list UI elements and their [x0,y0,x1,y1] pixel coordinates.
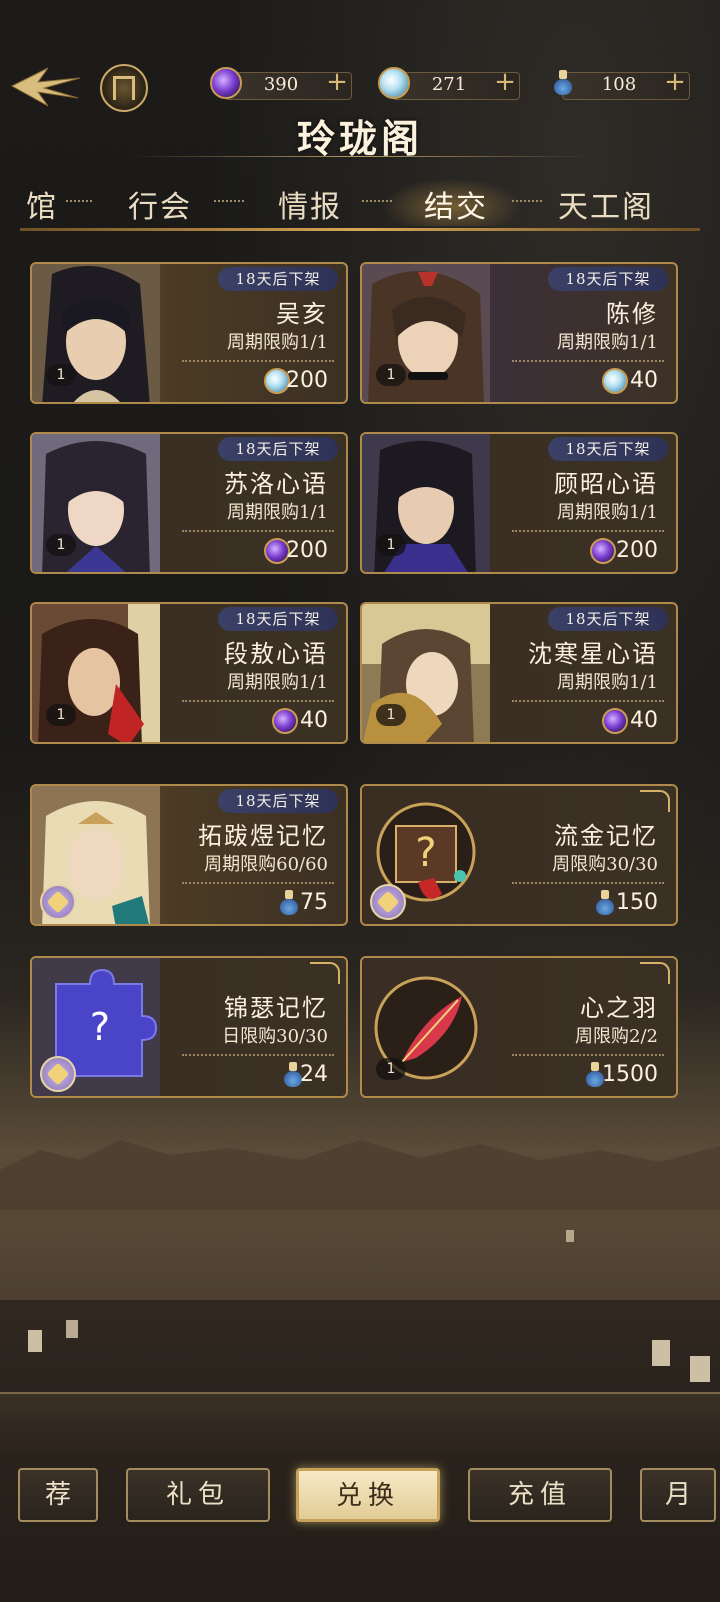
purple-gem-icon [210,67,242,99]
shop-card-chenxiu[interactable]: 1 18天后下架 陈修 周期限购1/1 40 [360,262,678,404]
expire-badge: 18天后下架 [218,437,338,461]
item-name: 锦瑟记忆 [224,994,328,1022]
add-blue-gem-button[interactable]: + [492,69,518,96]
bottle-icon [592,890,618,916]
item-name: 流金记忆 [554,822,658,850]
expire-badge: 18天后下架 [548,267,668,291]
purchase-limit: 周期限购1/1 [227,672,328,693]
item-price: 24 [300,1062,328,1087]
expire-badge: 18天后下架 [218,789,338,813]
currency-purple-gem: 390 + [210,67,352,100]
purchase-limit: 周期限购60/60 [204,854,328,875]
svg-text:?: ? [90,1005,110,1049]
nav-exchange[interactable]: 兑换 [296,1468,440,1522]
purchase-limit: 周期限购1/1 [557,332,658,353]
blue-gem-icon [602,368,628,394]
shop-card-jinse[interactable]: ? 锦瑟记忆 日限购30/30 24 [30,956,348,1098]
item-name: 段敖心语 [224,640,328,668]
item-name: 苏洛心语 [224,470,328,498]
nav-recommend[interactable]: 荐 [18,1468,98,1522]
palace-scenery [0,1140,720,1400]
expire-badge: 18天后下架 [548,607,668,631]
page-title: 玲珑阁 [296,116,423,161]
puzzle-piece-icon [40,1056,76,1092]
home-button[interactable] [100,64,148,112]
shop-card-liujin[interactable]: ? 流金记忆 周限购30/30 150 [360,784,678,926]
quantity-badge: 1 [46,704,76,726]
currency-bottle: 108 + [548,69,690,100]
purchase-limit: 周期限购1/1 [557,502,658,523]
tab-underline [20,228,700,231]
bottle-icon [550,70,576,98]
expire-badge: 18天后下架 [218,267,338,291]
bottle-icon [276,890,302,916]
nav-monthly[interactable]: 月 [640,1468,716,1522]
item-name: 沈寒星心语 [528,640,658,668]
shop-card-suluo[interactable]: 1 18天后下架 苏洛心语 周期限购1/1 200 [30,432,348,574]
expire-badge: 18天后下架 [218,607,338,631]
item-price: 200 [286,538,328,563]
item-price: 200 [616,538,658,563]
item-name: 吴亥 [276,300,328,328]
home-icon [113,76,135,100]
item-price: 75 [300,890,328,915]
add-bottle-button[interactable]: + [662,69,688,96]
currency-value: 271 [431,74,467,95]
item-price: 200 [286,368,328,393]
svg-text:?: ? [415,830,436,876]
item-price: 40 [630,368,658,393]
shop-card-tuobayu[interactable]: 18天后下架 拓跋煜记忆 周期限购60/60 75 [30,784,348,926]
purchase-limit: 周限购30/30 [552,854,658,875]
back-arrow-icon [10,67,81,107]
purple-gem-icon [590,538,616,564]
item-price: 40 [300,708,328,733]
shop-card-shenhanxing[interactable]: 1 18天后下架 沈寒星心语 周期限购1/1 40 [360,602,678,744]
shop-card-wuhai[interactable]: 1 18天后下架 吴亥 周期限购1/1 200 [30,262,348,404]
currency-value: 390 [263,74,299,95]
quantity-badge: 1 [376,704,406,726]
add-purple-gem-button[interactable]: + [324,69,350,96]
blue-gem-icon [378,67,410,99]
tab-qingbao[interactable]: 情报 [278,182,342,226]
nav-recharge[interactable]: 充值 [468,1468,612,1522]
purchase-limit: 日限购30/30 [222,1026,328,1047]
item-name: 顾昭心语 [554,470,658,498]
expire-badge: 18天后下架 [548,437,668,461]
quantity-badge: 1 [376,364,406,386]
tab-bar: 馆 行会 情报 结交 天工阁 [0,178,720,230]
title-divider [130,156,590,157]
purchase-limit: 周期限购1/1 [557,672,658,693]
item-name: 拓跋煜记忆 [198,822,328,850]
item-price: 1500 [602,1062,658,1087]
shop-card-guzhao[interactable]: 1 18天后下架 顾昭心语 周期限购1/1 200 [360,432,678,574]
shop-card-xinzhiyu[interactable]: 1 心之羽 周限购2/2 1500 [360,956,678,1098]
item-name: 心之羽 [580,994,658,1022]
quantity-badge: 1 [46,534,76,556]
purple-gem-icon [602,708,628,734]
shop-card-duanao[interactable]: 1 18天后下架 段敖心语 周期限购1/1 40 [30,602,348,744]
purple-gem-icon [272,708,298,734]
quantity-badge: 1 [376,1058,406,1080]
item-price: 150 [616,890,658,915]
purchase-limit: 周限购2/2 [575,1026,658,1047]
item-name: 陈修 [606,300,658,328]
currency-value: 108 [601,74,637,95]
quantity-badge: 1 [46,364,76,386]
item-price: 40 [630,708,658,733]
tab-hanghui[interactable]: 行会 [128,182,192,226]
puzzle-piece-icon [370,884,406,920]
tab-tiangongge[interactable]: 天工阁 [558,182,654,226]
currency-blue-gem: 271 + [378,67,520,100]
tab-jiejiao[interactable]: 结交 [424,182,488,226]
tab-guan[interactable]: 馆 [26,182,58,226]
back-button[interactable] [8,58,84,114]
quantity-badge: 1 [376,534,406,556]
purchase-limit: 周期限购1/1 [227,332,328,353]
nav-gift-pack[interactable]: 礼包 [126,1468,270,1522]
purchase-limit: 周期限购1/1 [227,502,328,523]
puzzle-piece-icon [40,884,76,920]
